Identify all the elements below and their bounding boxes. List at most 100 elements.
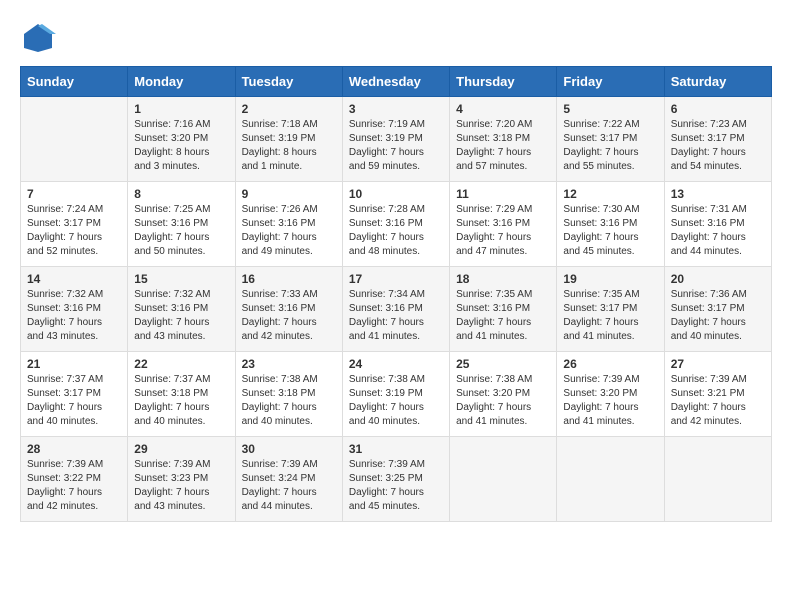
day-info: Sunrise: 7:35 AM Sunset: 3:17 PM Dayligh…	[563, 288, 657, 344]
day-info: Sunrise: 7:30 AM Sunset: 3:16 PM Dayligh…	[563, 203, 657, 259]
day-number: 14	[27, 272, 121, 286]
day-cell: 6 Sunrise: 7:23 AM Sunset: 3:17 PM Daylig…	[664, 97, 771, 182]
day-info: Sunrise: 7:38 AM Sunset: 3:20 PM Dayligh…	[456, 373, 550, 429]
day-cell: 26 Sunrise: 7:39 AM Sunset: 3:20 PM Dayli…	[557, 352, 664, 437]
day-number: 13	[671, 187, 765, 201]
day-number: 3	[349, 102, 443, 116]
day-cell	[557, 437, 664, 522]
day-cell: 30 Sunrise: 7:39 AM Sunset: 3:24 PM Dayli…	[235, 437, 342, 522]
day-info: Sunrise: 7:34 AM Sunset: 3:16 PM Dayligh…	[349, 288, 443, 344]
header-cell-saturday: Saturday	[664, 67, 771, 97]
day-number: 27	[671, 357, 765, 371]
day-number: 20	[671, 272, 765, 286]
day-number: 25	[456, 357, 550, 371]
day-info: Sunrise: 7:16 AM Sunset: 3:20 PM Dayligh…	[134, 118, 228, 174]
week-row-5: 28 Sunrise: 7:39 AM Sunset: 3:22 PM Dayli…	[21, 437, 772, 522]
day-cell: 12 Sunrise: 7:30 AM Sunset: 3:16 PM Dayli…	[557, 182, 664, 267]
day-info: Sunrise: 7:33 AM Sunset: 3:16 PM Dayligh…	[242, 288, 336, 344]
day-number: 28	[27, 442, 121, 456]
day-cell: 10 Sunrise: 7:28 AM Sunset: 3:16 PM Dayli…	[342, 182, 449, 267]
day-info: Sunrise: 7:25 AM Sunset: 3:16 PM Dayligh…	[134, 203, 228, 259]
day-info: Sunrise: 7:39 AM Sunset: 3:22 PM Dayligh…	[27, 458, 121, 514]
day-number: 26	[563, 357, 657, 371]
day-number: 8	[134, 187, 228, 201]
day-cell: 8 Sunrise: 7:25 AM Sunset: 3:16 PM Daylig…	[128, 182, 235, 267]
page-header	[20, 20, 772, 56]
day-info: Sunrise: 7:31 AM Sunset: 3:16 PM Dayligh…	[671, 203, 765, 259]
day-info: Sunrise: 7:20 AM Sunset: 3:18 PM Dayligh…	[456, 118, 550, 174]
day-number: 7	[27, 187, 121, 201]
day-info: Sunrise: 7:23 AM Sunset: 3:17 PM Dayligh…	[671, 118, 765, 174]
logo	[20, 20, 60, 56]
day-number: 5	[563, 102, 657, 116]
day-cell: 11 Sunrise: 7:29 AM Sunset: 3:16 PM Dayli…	[450, 182, 557, 267]
day-info: Sunrise: 7:39 AM Sunset: 3:21 PM Dayligh…	[671, 373, 765, 429]
day-cell: 17 Sunrise: 7:34 AM Sunset: 3:16 PM Dayli…	[342, 267, 449, 352]
day-cell: 13 Sunrise: 7:31 AM Sunset: 3:16 PM Dayli…	[664, 182, 771, 267]
day-number: 6	[671, 102, 765, 116]
day-number: 18	[456, 272, 550, 286]
header-cell-wednesday: Wednesday	[342, 67, 449, 97]
day-number: 2	[242, 102, 336, 116]
day-info: Sunrise: 7:37 AM Sunset: 3:18 PM Dayligh…	[134, 373, 228, 429]
day-number: 11	[456, 187, 550, 201]
day-number: 9	[242, 187, 336, 201]
header-cell-thursday: Thursday	[450, 67, 557, 97]
header-cell-tuesday: Tuesday	[235, 67, 342, 97]
day-cell: 24 Sunrise: 7:38 AM Sunset: 3:19 PM Dayli…	[342, 352, 449, 437]
day-info: Sunrise: 7:28 AM Sunset: 3:16 PM Dayligh…	[349, 203, 443, 259]
day-cell: 2 Sunrise: 7:18 AM Sunset: 3:19 PM Daylig…	[235, 97, 342, 182]
day-cell: 7 Sunrise: 7:24 AM Sunset: 3:17 PM Daylig…	[21, 182, 128, 267]
day-cell: 19 Sunrise: 7:35 AM Sunset: 3:17 PM Dayli…	[557, 267, 664, 352]
calendar-body: 1 Sunrise: 7:16 AM Sunset: 3:20 PM Daylig…	[21, 97, 772, 522]
calendar-table: SundayMondayTuesdayWednesdayThursdayFrid…	[20, 66, 772, 522]
day-info: Sunrise: 7:29 AM Sunset: 3:16 PM Dayligh…	[456, 203, 550, 259]
week-row-1: 1 Sunrise: 7:16 AM Sunset: 3:20 PM Daylig…	[21, 97, 772, 182]
day-cell: 28 Sunrise: 7:39 AM Sunset: 3:22 PM Dayli…	[21, 437, 128, 522]
week-row-4: 21Sunrise: 7:37 AM Sunset: 3:17 PM Dayli…	[21, 352, 772, 437]
day-cell: 3Sunrise: 7:19 AM Sunset: 3:19 PM Daylig…	[342, 97, 449, 182]
day-cell: 31Sunrise: 7:39 AM Sunset: 3:25 PM Dayli…	[342, 437, 449, 522]
day-info: Sunrise: 7:38 AM Sunset: 3:18 PM Dayligh…	[242, 373, 336, 429]
day-number: 30	[242, 442, 336, 456]
day-info: Sunrise: 7:39 AM Sunset: 3:20 PM Dayligh…	[563, 373, 657, 429]
day-cell	[664, 437, 771, 522]
day-info: Sunrise: 7:38 AM Sunset: 3:19 PM Dayligh…	[349, 373, 443, 429]
day-number: 23	[242, 357, 336, 371]
day-number: 16	[242, 272, 336, 286]
day-info: Sunrise: 7:39 AM Sunset: 3:23 PM Dayligh…	[134, 458, 228, 514]
day-number: 31	[349, 442, 443, 456]
day-cell: 16 Sunrise: 7:33 AM Sunset: 3:16 PM Dayli…	[235, 267, 342, 352]
day-info: Sunrise: 7:26 AM Sunset: 3:16 PM Dayligh…	[242, 203, 336, 259]
day-number: 15	[134, 272, 228, 286]
day-cell: 18 Sunrise: 7:35 AM Sunset: 3:16 PM Dayli…	[450, 267, 557, 352]
day-number: 21	[27, 357, 121, 371]
day-cell: 1 Sunrise: 7:16 AM Sunset: 3:20 PM Daylig…	[128, 97, 235, 182]
day-info: Sunrise: 7:32 AM Sunset: 3:16 PM Dayligh…	[27, 288, 121, 344]
day-cell: 14 Sunrise: 7:32 AM Sunset: 3:16 PM Dayli…	[21, 267, 128, 352]
day-info: Sunrise: 7:18 AM Sunset: 3:19 PM Dayligh…	[242, 118, 336, 174]
day-cell: 20 Sunrise: 7:36 AM Sunset: 3:17 PM Dayli…	[664, 267, 771, 352]
header-cell-friday: Friday	[557, 67, 664, 97]
day-info: Sunrise: 7:35 AM Sunset: 3:16 PM Dayligh…	[456, 288, 550, 344]
day-number: 19	[563, 272, 657, 286]
day-number: 17	[349, 272, 443, 286]
day-cell: 25 Sunrise: 7:38 AM Sunset: 3:20 PM Dayli…	[450, 352, 557, 437]
day-number: 29	[134, 442, 228, 456]
day-cell: 22 Sunrise: 7:37 AM Sunset: 3:18 PM Dayli…	[128, 352, 235, 437]
day-number: 10	[349, 187, 443, 201]
day-info: Sunrise: 7:24 AM Sunset: 3:17 PM Dayligh…	[27, 203, 121, 259]
day-cell: 21Sunrise: 7:37 AM Sunset: 3:17 PM Dayli…	[21, 352, 128, 437]
day-number: 24	[349, 357, 443, 371]
day-info: Sunrise: 7:39 AM Sunset: 3:24 PM Dayligh…	[242, 458, 336, 514]
day-cell: 23 Sunrise: 7:38 AM Sunset: 3:18 PM Dayli…	[235, 352, 342, 437]
day-info: Sunrise: 7:36 AM Sunset: 3:17 PM Dayligh…	[671, 288, 765, 344]
day-number: 1	[134, 102, 228, 116]
day-number: 22	[134, 357, 228, 371]
logo-icon	[20, 20, 56, 56]
day-cell: 15 Sunrise: 7:32 AM Sunset: 3:16 PM Dayli…	[128, 267, 235, 352]
day-number: 12	[563, 187, 657, 201]
header-cell-monday: Monday	[128, 67, 235, 97]
day-info: Sunrise: 7:32 AM Sunset: 3:16 PM Dayligh…	[134, 288, 228, 344]
calendar-header: SundayMondayTuesdayWednesdayThursdayFrid…	[21, 67, 772, 97]
